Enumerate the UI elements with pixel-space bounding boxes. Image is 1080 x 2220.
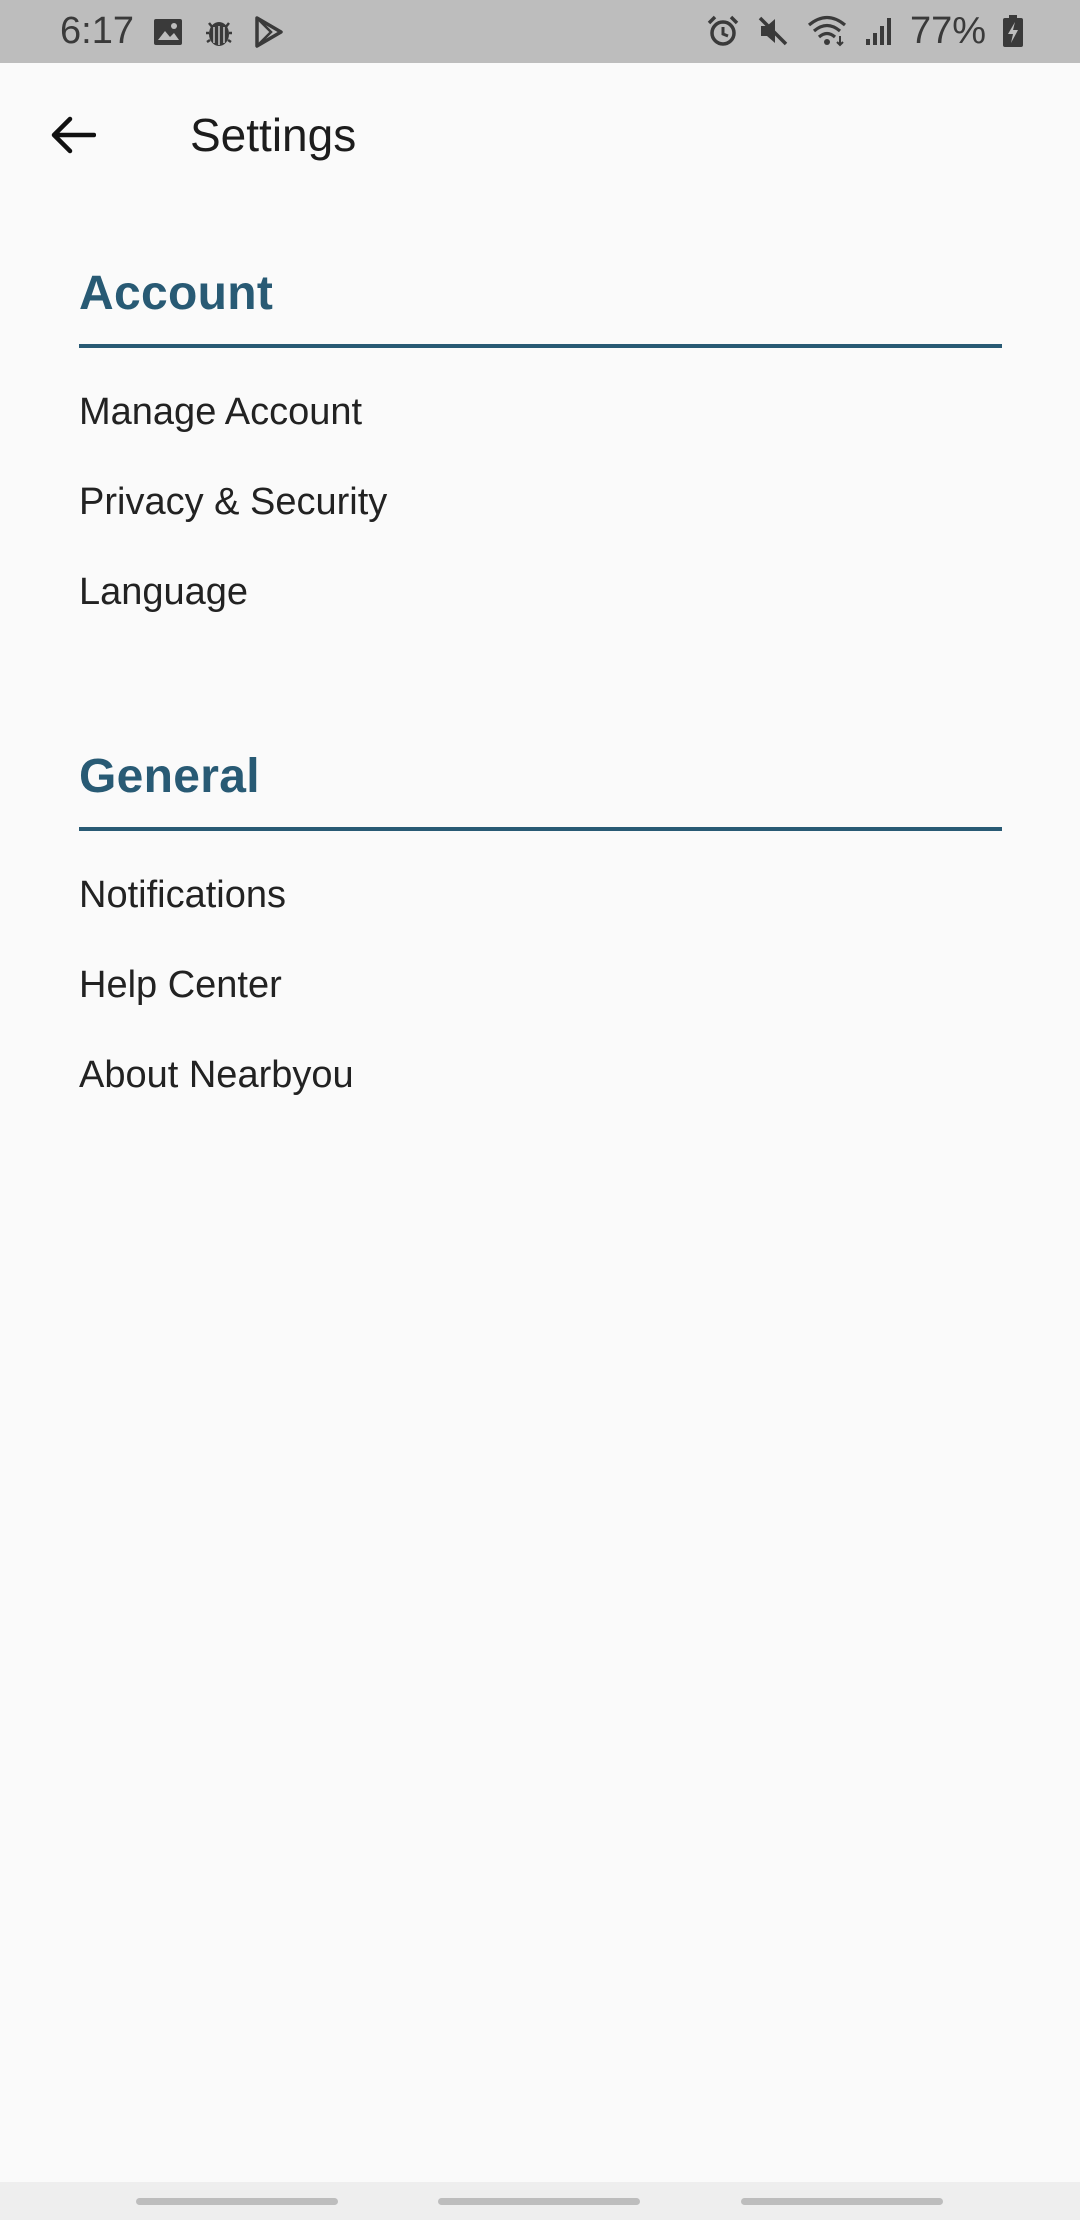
battery-percent: 77% (909, 10, 986, 52)
bug-icon (202, 15, 236, 49)
battery-charging-icon (1002, 14, 1024, 48)
status-left-icons (152, 14, 284, 50)
menu-item-help-center[interactable]: Help Center (79, 959, 1002, 1049)
menu-item-language[interactable]: Language (79, 566, 1002, 656)
signal-icon (864, 15, 894, 47)
nav-gesture-handle-center[interactable] (438, 2198, 640, 2205)
menu-item-notifications[interactable]: Notifications (79, 869, 1002, 959)
general-items-list: Notifications Help Center About Nearbyou (79, 869, 1002, 1139)
account-items-list: Manage Account Privacy & Security Langua… (79, 386, 1002, 656)
toolbar: Settings (0, 63, 1080, 211)
mute-icon (756, 14, 790, 48)
alarm-icon (706, 14, 740, 48)
section-divider (79, 344, 1002, 348)
status-right-icons: 77% (706, 8, 1024, 54)
section-header-account: Account (79, 267, 274, 320)
account-section: Account Manage Account Privacy & Securit… (79, 262, 1002, 656)
page-title: Settings (190, 109, 357, 161)
nav-gesture-handle-left[interactable] (136, 2198, 338, 2205)
menu-item-about[interactable]: About Nearbyou (79, 1049, 1002, 1139)
menu-item-manage-account[interactable]: Manage Account (79, 386, 1002, 476)
status-time: 6:17 (60, 10, 134, 52)
menu-item-privacy-security[interactable]: Privacy & Security (79, 476, 1002, 566)
navigation-bar (0, 2182, 1080, 2220)
wifi-icon (806, 14, 848, 48)
status-bar: 6:17 77% (0, 0, 1080, 63)
general-section: General Notifications Help Center About … (79, 745, 1002, 1139)
section-header-general: General (79, 750, 260, 803)
settings-screen: 6:17 77% Settings Account Manage Account… (0, 0, 1080, 2220)
section-divider (79, 827, 1002, 831)
back-button[interactable] (30, 101, 116, 173)
image-icon (152, 16, 184, 48)
arrow-back-icon (50, 115, 97, 160)
nav-gesture-handle-right[interactable] (741, 2198, 943, 2205)
play-store-icon (254, 16, 284, 48)
